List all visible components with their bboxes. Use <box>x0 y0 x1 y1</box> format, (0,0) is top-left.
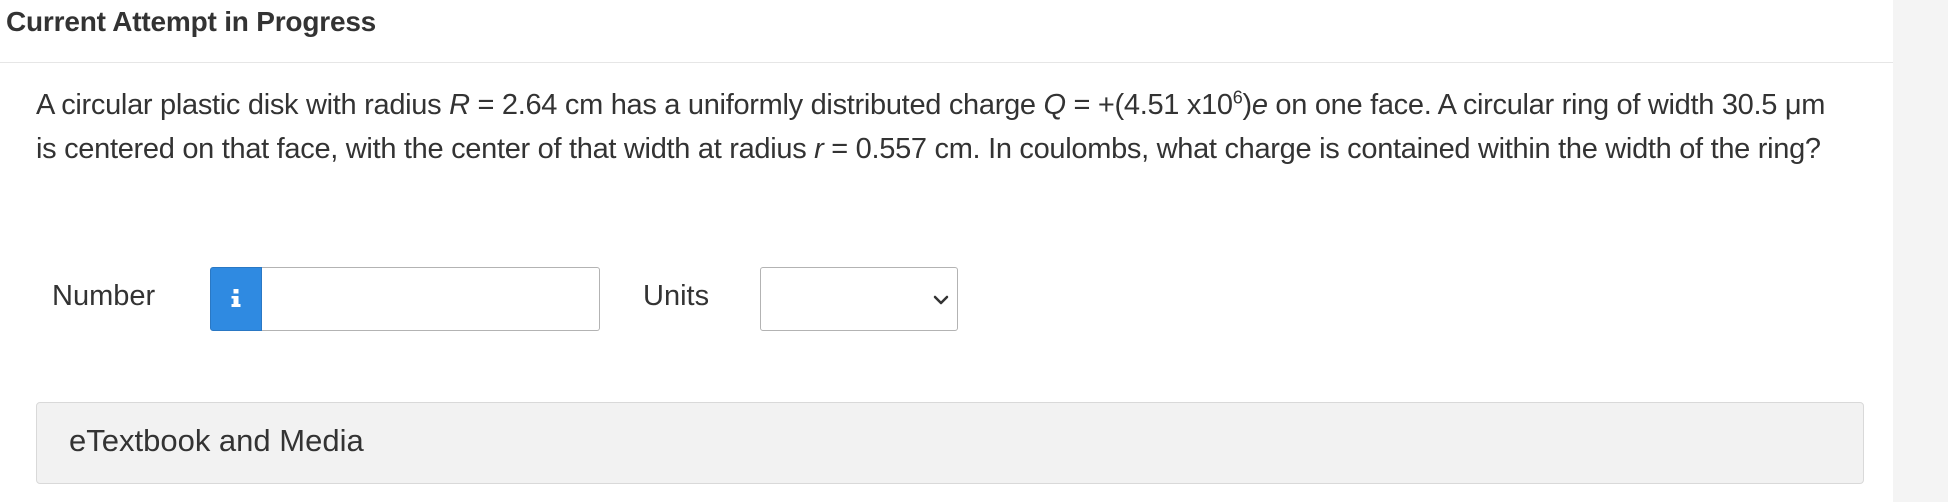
exponent: 6 <box>1232 87 1243 108</box>
header-divider <box>0 62 1893 63</box>
number-input[interactable] <box>262 267 600 331</box>
question-text: A circular plastic disk with radius R = … <box>36 83 1836 171</box>
question-text-part: = 0.557 cm. In coulombs, what charge is … <box>823 133 1821 165</box>
right-gutter <box>1893 0 1948 502</box>
question-text-part: = +(4.51 x10 <box>1065 89 1234 121</box>
question-panel: Current Attempt in Progress A circular p… <box>0 0 1893 502</box>
chevron-down-icon <box>933 293 949 311</box>
variable-r: r <box>814 133 824 165</box>
variable-e: e <box>1251 89 1268 121</box>
etextbook-media-button[interactable]: eTextbook and Media <box>36 402 1864 484</box>
etextbook-media-label: eTextbook and Media <box>69 423 364 458</box>
units-select[interactable] <box>760 267 958 331</box>
question-text-part: A circular plastic disk with radius <box>36 89 450 121</box>
question-text-part: ) <box>1242 89 1252 121</box>
page: Current Attempt in Progress A circular p… <box>0 0 1948 502</box>
info-icon <box>230 288 242 310</box>
variable-Q: Q <box>1043 89 1066 121</box>
question-text-part: = 2.64 cm has a uniformly distributed ch… <box>469 89 1044 121</box>
answer-row: Number Units <box>0 265 1000 333</box>
variable-R: R <box>449 89 470 121</box>
info-button[interactable] <box>210 267 262 331</box>
units-label: Units <box>643 280 710 312</box>
page-title: Current Attempt in Progress <box>6 6 377 37</box>
number-label: Number <box>52 280 156 312</box>
